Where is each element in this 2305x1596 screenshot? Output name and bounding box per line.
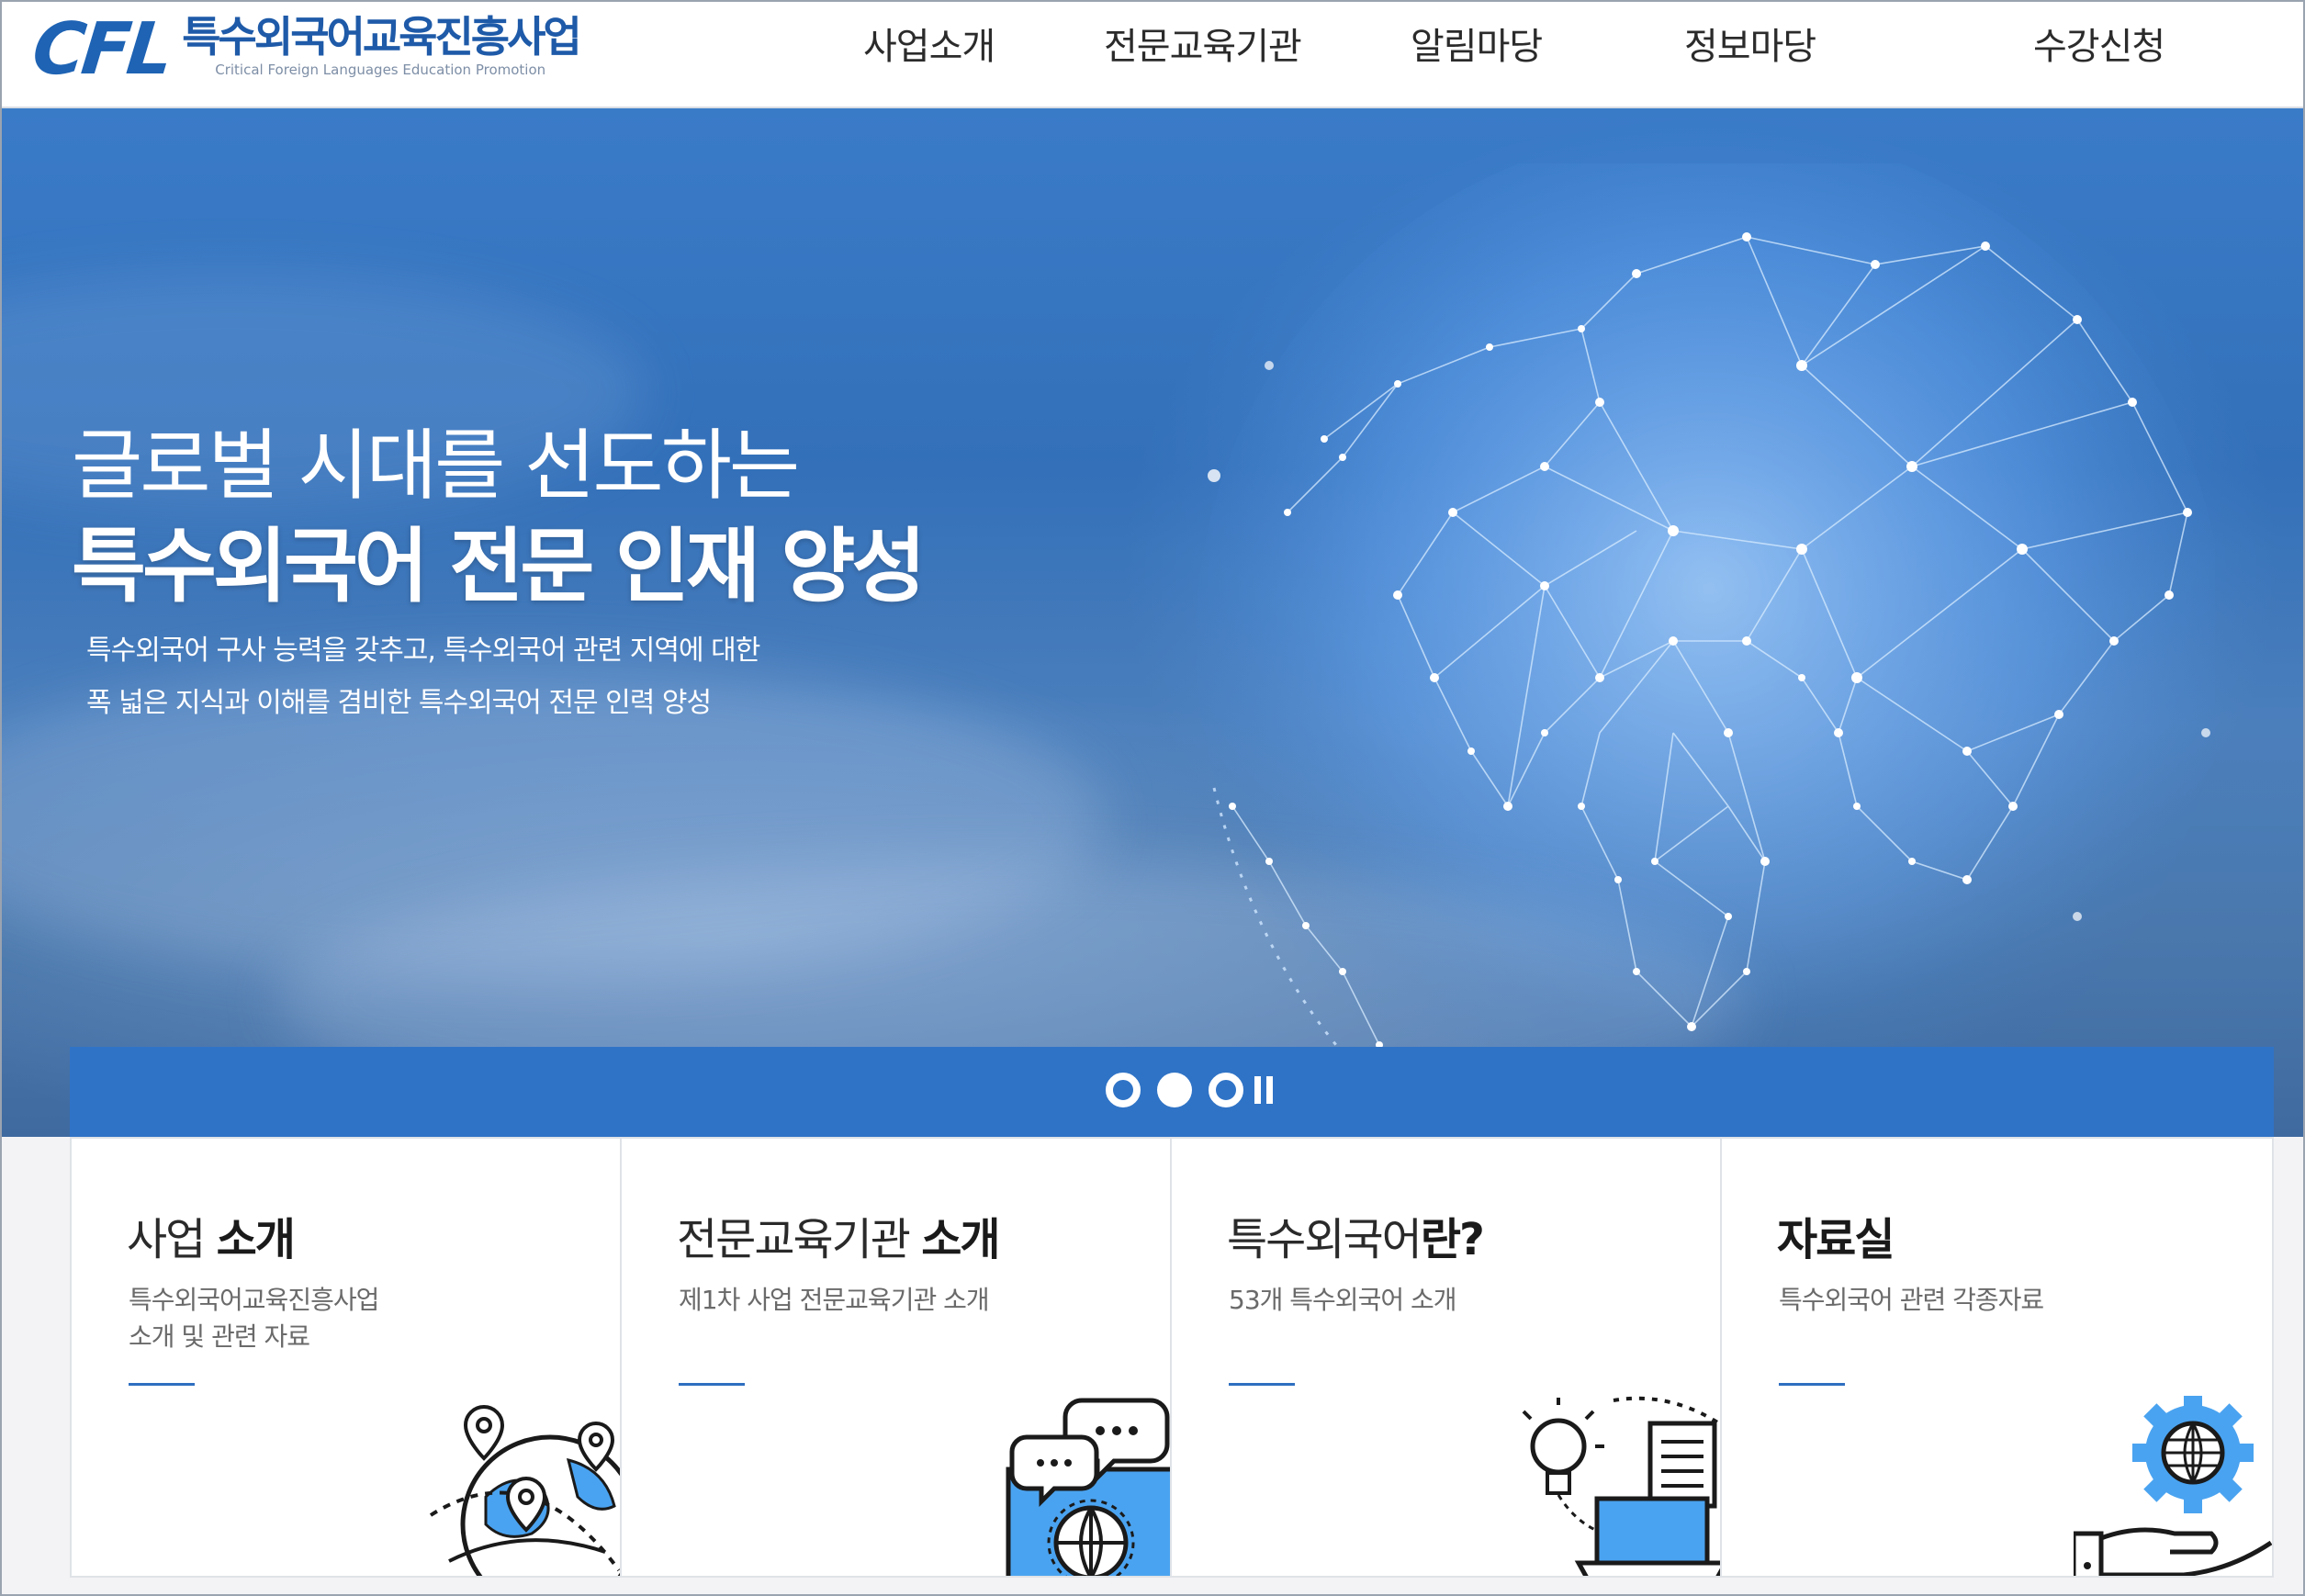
card-title-bold: 소개 (216, 1214, 296, 1265)
card-title-bold: 자료실 (1777, 1214, 1895, 1265)
card-institutions[interactable]: 전문교육기관 소개 제1차 사업 전문교육기관 소개 (622, 1139, 1172, 1576)
slider-dot-1[interactable] (1106, 1073, 1141, 1107)
logo-text: 특수외국어교육진흥사업 Critical Foreign Languages E… (182, 12, 582, 79)
card-description: 특수외국어 관련 각종자료 (1779, 1282, 2044, 1319)
hero-title-line1: 글로벌 시대를 선도하는 (72, 421, 800, 511)
card-description-line2: 소개 및 관련 자료 (129, 1321, 310, 1352)
hero-title-line2: 특수외국어 전문 인재 양성 (72, 519, 926, 613)
slider-dot-3[interactable] (1209, 1073, 1243, 1107)
card-title-bold: 란? (1420, 1214, 1485, 1265)
logo-title: 특수외국어교육진흥사업 (182, 12, 582, 62)
slider-control-bar (70, 1047, 2274, 1137)
card-title-normal: 전문교육기관 (677, 1214, 922, 1265)
hero-description-line1: 특수외국어 구사 능력을 갖추고, 특수외국어 관련 지역에 대한 (86, 635, 760, 667)
nav-item-enrollment[interactable]: 수강신청 (2033, 17, 2165, 70)
network-globe-image (1196, 163, 2215, 1137)
site-header: CFL 특수외국어교육진흥사업 Critical Foreign Languag… (2, 2, 2303, 108)
pause-bar (1266, 1076, 1273, 1104)
card-description-line1: 53개 특수외국어 소개 (1229, 1285, 1457, 1315)
card-title: 특수외국어란? (1227, 1203, 1485, 1267)
chat-globe-icon (1006, 1398, 1170, 1576)
slider-pause-icon[interactable] (1254, 1076, 1273, 1104)
idea-laptop-icon (1522, 1396, 1720, 1576)
hero-banner: 글로벌 시대를 선도하는 특수외국어 전문 인재 양성 특수외국어 구사 능력을… (2, 108, 2303, 1137)
card-description-line1: 제1차 사업 전문교육기관 소개 (679, 1285, 990, 1315)
slider-dot-2-active[interactable] (1157, 1073, 1192, 1107)
quick-links: 사업 소개 특수외국어교육진흥사업 소개 및 관련 자료 전문교육기관 소개 제… (70, 1137, 2274, 1578)
card-critical-languages[interactable]: 특수외국어란? 53개 특수외국어 소개 (1172, 1139, 1722, 1576)
card-title: 전문교육기관 소개 (677, 1203, 1001, 1267)
card-description: 제1차 사업 전문교육기관 소개 (679, 1282, 990, 1319)
logo-mark: CFL (28, 8, 174, 91)
browser-viewport: CFL 특수외국어교육진흥사업 Critical Foreign Languag… (0, 0, 2305, 1596)
card-resources[interactable]: 자료실 특수외국어 관련 각종자료 (1722, 1139, 2272, 1576)
card-accent-line (1779, 1383, 1845, 1386)
globe-pins-icon (429, 1404, 620, 1576)
gear-globe-hand-icon (2074, 1396, 2272, 1576)
card-title-normal: 특수외국어 (1227, 1214, 1422, 1265)
card-title-bold: 소개 (921, 1214, 1000, 1265)
nav-item-business-intro[interactable]: 사업소개 (863, 17, 995, 70)
slider-pagination (1106, 1073, 1273, 1107)
card-accent-line (679, 1383, 745, 1386)
card-description-line1: 특수외국어교육진흥사업 (129, 1285, 379, 1315)
pause-bar (1254, 1076, 1261, 1104)
site-logo[interactable]: CFL 특수외국어교육진흥사업 Critical Foreign Languag… (28, 8, 582, 91)
logo-subtitle: Critical Foreign Languages Education Pro… (215, 62, 546, 78)
card-description: 53개 특수외국어 소개 (1229, 1282, 1457, 1319)
card-title-normal: 사업 (127, 1214, 217, 1265)
hero-description-line2: 폭 넓은 지식과 이해를 겸비한 특수외국어 전문 인력 양성 (86, 687, 712, 719)
card-accent-line (1229, 1383, 1295, 1386)
card-business-intro[interactable]: 사업 소개 특수외국어교육진흥사업 소개 및 관련 자료 (72, 1139, 622, 1576)
card-description: 특수외국어교육진흥사업 소개 및 관련 자료 (129, 1282, 379, 1355)
nav-item-institutions[interactable]: 전문교육기관 (1104, 17, 1302, 70)
nav-item-information[interactable]: 정보마당 (1684, 17, 1816, 70)
card-accent-line (129, 1383, 195, 1386)
card-description-line1: 특수외국어 관련 각종자료 (1779, 1285, 2044, 1315)
card-title: 자료실 (1777, 1203, 1895, 1267)
nav-item-notices[interactable]: 알림마당 (1411, 17, 1543, 70)
card-title: 사업 소개 (127, 1203, 296, 1267)
